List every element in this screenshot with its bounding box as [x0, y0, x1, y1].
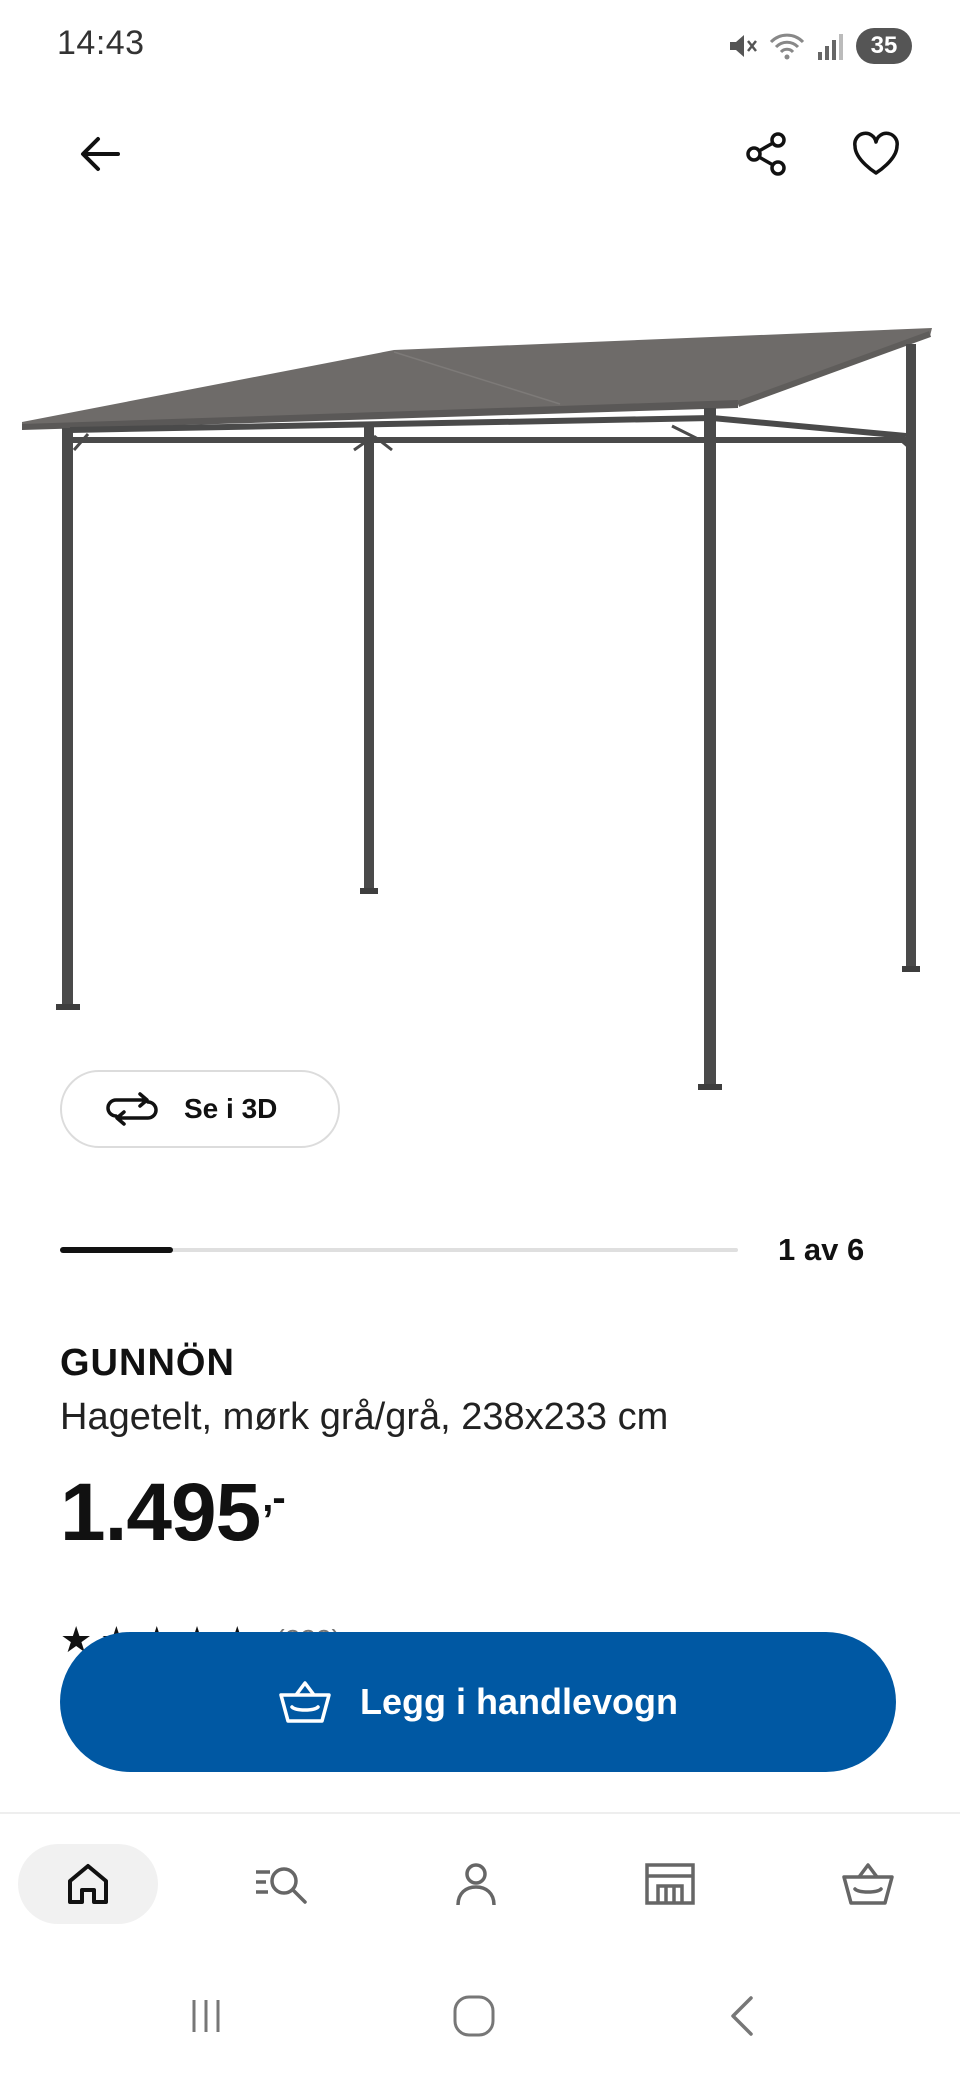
add-to-cart-label: Legg i handlevogn: [359, 1681, 678, 1722]
wifi-icon: [768, 30, 806, 62]
profile-icon: [456, 1863, 496, 1906]
nav-cart[interactable]: [798, 1844, 938, 1924]
heart-icon: [853, 131, 899, 175]
status-icons: 35: [726, 26, 912, 66]
price-value: 1.495: [60, 1467, 261, 1558]
status-bar: 14:43 35: [0, 0, 960, 90]
system-back-button[interactable]: [702, 1976, 782, 2056]
search-icon: [256, 1867, 307, 1904]
rotate-3d-icon: [106, 1092, 158, 1126]
back-button[interactable]: [60, 114, 140, 194]
recent-apps-button[interactable]: [166, 1976, 246, 2056]
nav-search[interactable]: [212, 1844, 352, 1924]
cart-icon: [842, 1863, 894, 1905]
favorite-button[interactable]: [836, 114, 916, 194]
store-icon: [645, 1863, 695, 1905]
home-icon: [68, 1864, 108, 1904]
battery-icon: 35: [856, 28, 912, 64]
gallery-progress-track: [60, 1247, 738, 1253]
bottom-nav: [0, 1812, 960, 1952]
nav-home[interactable]: [18, 1844, 158, 1924]
product-price: 1.495 ,-: [60, 1466, 286, 1560]
signal-icon: [816, 30, 846, 62]
product-image[interactable]: [0, 300, 960, 1120]
view-3d-button[interactable]: Se i 3D: [60, 1070, 340, 1148]
back-arrow-icon: [81, 137, 120, 171]
gallery-counter: 1 av 6: [778, 1232, 865, 1267]
chevron-left-icon: [731, 1996, 753, 2036]
nav-profile[interactable]: [406, 1844, 546, 1924]
product-name: GUNNÖN: [60, 1342, 235, 1384]
add-to-cart-button[interactable]: Legg i handlevogn: [60, 1632, 896, 1772]
product-description: Hagetelt, mørk grå/grå, 238x233 cm: [60, 1396, 669, 1438]
gallery-progress-fill: [60, 1247, 174, 1253]
cart-icon: [279, 1681, 331, 1723]
recent-apps-icon: [192, 2000, 220, 2032]
home-system-button[interactable]: [434, 1976, 514, 2056]
share-icon: [746, 132, 786, 176]
home-circle-icon: [453, 1995, 495, 2037]
status-time: 14:43: [57, 24, 145, 62]
price-suffix: ,-: [262, 1476, 285, 1520]
system-nav: [0, 1952, 960, 2080]
nav-store[interactable]: [600, 1844, 740, 1924]
mute-icon: [726, 30, 758, 62]
share-button[interactable]: [726, 114, 806, 194]
view-3d-label: Se i 3D: [184, 1093, 278, 1124]
